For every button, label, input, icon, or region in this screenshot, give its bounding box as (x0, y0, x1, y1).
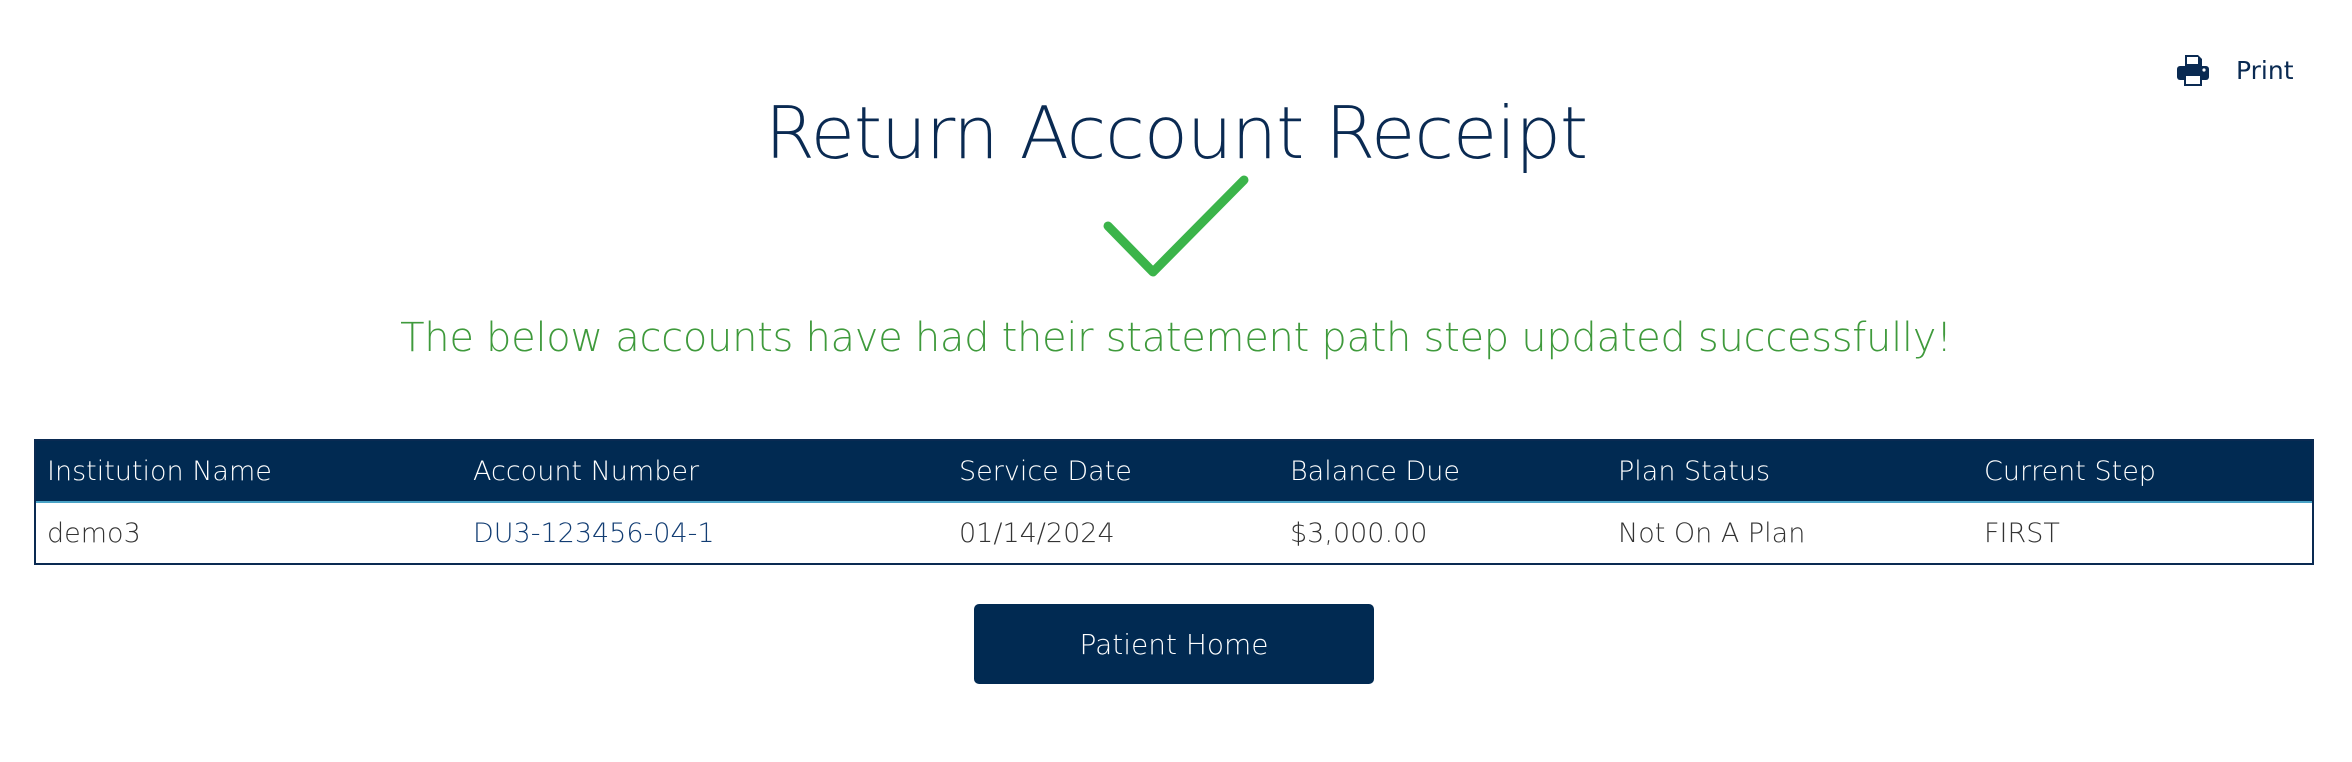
patient-home-button[interactable]: Patient Home (974, 604, 1374, 684)
table-row: demo3 DU3-123456-04-1 01/14/2024 $3,000.… (36, 502, 2312, 563)
table-header-row: Institution Name Account Number Service … (36, 441, 2312, 503)
cell-balance-due: $3,000.00 (1290, 517, 1428, 549)
printer-icon (2176, 53, 2210, 87)
header-service-date: Service Date (948, 441, 1279, 503)
success-message: The below accounts have had their statem… (400, 315, 1952, 361)
header-plan-status: Plan Status (1607, 441, 1973, 503)
print-button[interactable]: Print (2176, 48, 2294, 92)
header-current-step: Current Step (1973, 441, 2312, 503)
account-number-link[interactable]: DU3-123456-04-1 (462, 502, 948, 563)
print-label: Print (2236, 55, 2294, 85)
cell-institution-name: demo3 (47, 517, 141, 549)
cell-plan-status: Not On A Plan (1618, 517, 1806, 549)
checkmark-icon (1098, 170, 1254, 286)
header-account-number: Account Number (462, 441, 948, 503)
header-balance-due: Balance Due (1279, 441, 1607, 503)
cell-current-step: FIRST (1984, 517, 2060, 549)
header-institution-name: Institution Name (36, 441, 462, 503)
page-title: Return Account Receipt (764, 91, 1588, 176)
cell-service-date: 01/14/2024 (959, 517, 1115, 549)
accounts-table: Institution Name Account Number Service … (34, 439, 2314, 565)
